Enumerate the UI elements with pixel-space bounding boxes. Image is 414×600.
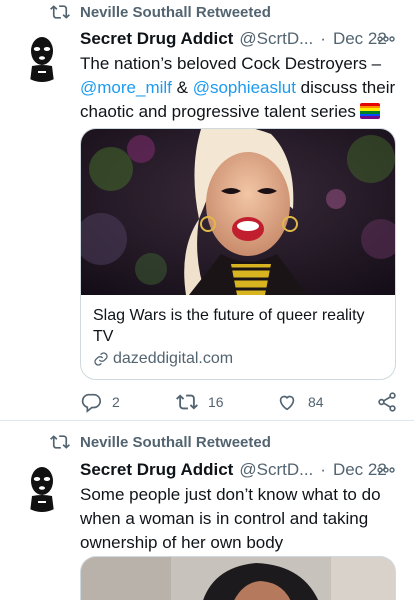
like-icon — [279, 395, 295, 411]
tweet-divider — [0, 420, 414, 421]
tweet[interactable]: Neville Southall Retweeted Secret Drug A… — [0, 0, 414, 420]
media-image — [81, 557, 395, 600]
like-button[interactable]: 84 — [276, 390, 324, 414]
retweet-context: Neville Southall Retweeted — [50, 432, 271, 452]
reply-button[interactable]: 2 — [80, 390, 120, 414]
retweet-icon — [50, 5, 70, 19]
media-preview[interactable] — [80, 556, 396, 600]
share-icon — [378, 392, 396, 412]
retweet-icon — [50, 435, 70, 449]
retweeted-by-label[interactable]: Neville Southall Retweeted — [80, 434, 271, 451]
reply-icon — [81, 393, 101, 413]
balaclava-avatar-icon — [30, 37, 54, 82]
tweet-text: The nation’s beloved Cock Destroyers – @… — [80, 52, 400, 124]
author-handle[interactable]: @ScrtD... — [239, 29, 313, 49]
tweet-text-part: The nation’s beloved Cock Destroyers – — [80, 54, 382, 73]
more-icon[interactable] — [376, 31, 396, 47]
tweet-header: Secret Drug Addict @ScrtD... · Dec 22 — [80, 27, 396, 51]
avatar[interactable] — [16, 30, 68, 82]
card-image — [81, 129, 395, 295]
avatar[interactable] — [16, 460, 68, 512]
reply-count: 2 — [112, 394, 120, 410]
link-icon — [94, 352, 108, 366]
card-domain-label: dazeddigital.com — [113, 350, 234, 367]
balaclava-avatar-icon — [30, 467, 54, 512]
tweet-header: Secret Drug Addict @ScrtD... · Dec 22 — [80, 458, 396, 482]
card-domain[interactable]: dazeddigital.com — [93, 349, 233, 369]
retweet-button[interactable]: 16 — [176, 390, 224, 414]
author-handle[interactable]: @ScrtD... — [239, 460, 313, 480]
mention-link[interactable]: @sophieaslut — [193, 78, 296, 97]
retweet-context: Neville Southall Retweeted — [50, 2, 271, 22]
pride-flag-emoji — [359, 103, 380, 119]
tweet[interactable]: Neville Southall Retweeted Secret Drug A… — [0, 428, 414, 600]
share-button[interactable] — [376, 390, 408, 414]
card-title[interactable]: Slag Wars is the future of queer reality… — [93, 305, 385, 347]
tweet-actions: 2 16 84 — [80, 390, 400, 414]
separator-dot: · — [320, 29, 326, 48]
retweet-count: 16 — [208, 394, 224, 410]
link-card[interactable]: Slag Wars is the future of queer reality… — [80, 128, 396, 380]
mention-link[interactable]: @more_milf — [80, 78, 172, 97]
retweet-icon — [176, 394, 198, 410]
tweet-text-part: & — [171, 78, 193, 97]
tweet-text: Some people just don’t know what to do w… — [80, 485, 381, 552]
author-name[interactable]: Secret Drug Addict — [80, 460, 233, 480]
retweeted-by-label[interactable]: Neville Southall Retweeted — [80, 4, 271, 21]
like-count: 84 — [308, 394, 324, 410]
author-name[interactable]: Secret Drug Addict — [80, 29, 233, 49]
more-icon[interactable] — [376, 462, 396, 478]
separator-dot: · — [320, 460, 326, 479]
